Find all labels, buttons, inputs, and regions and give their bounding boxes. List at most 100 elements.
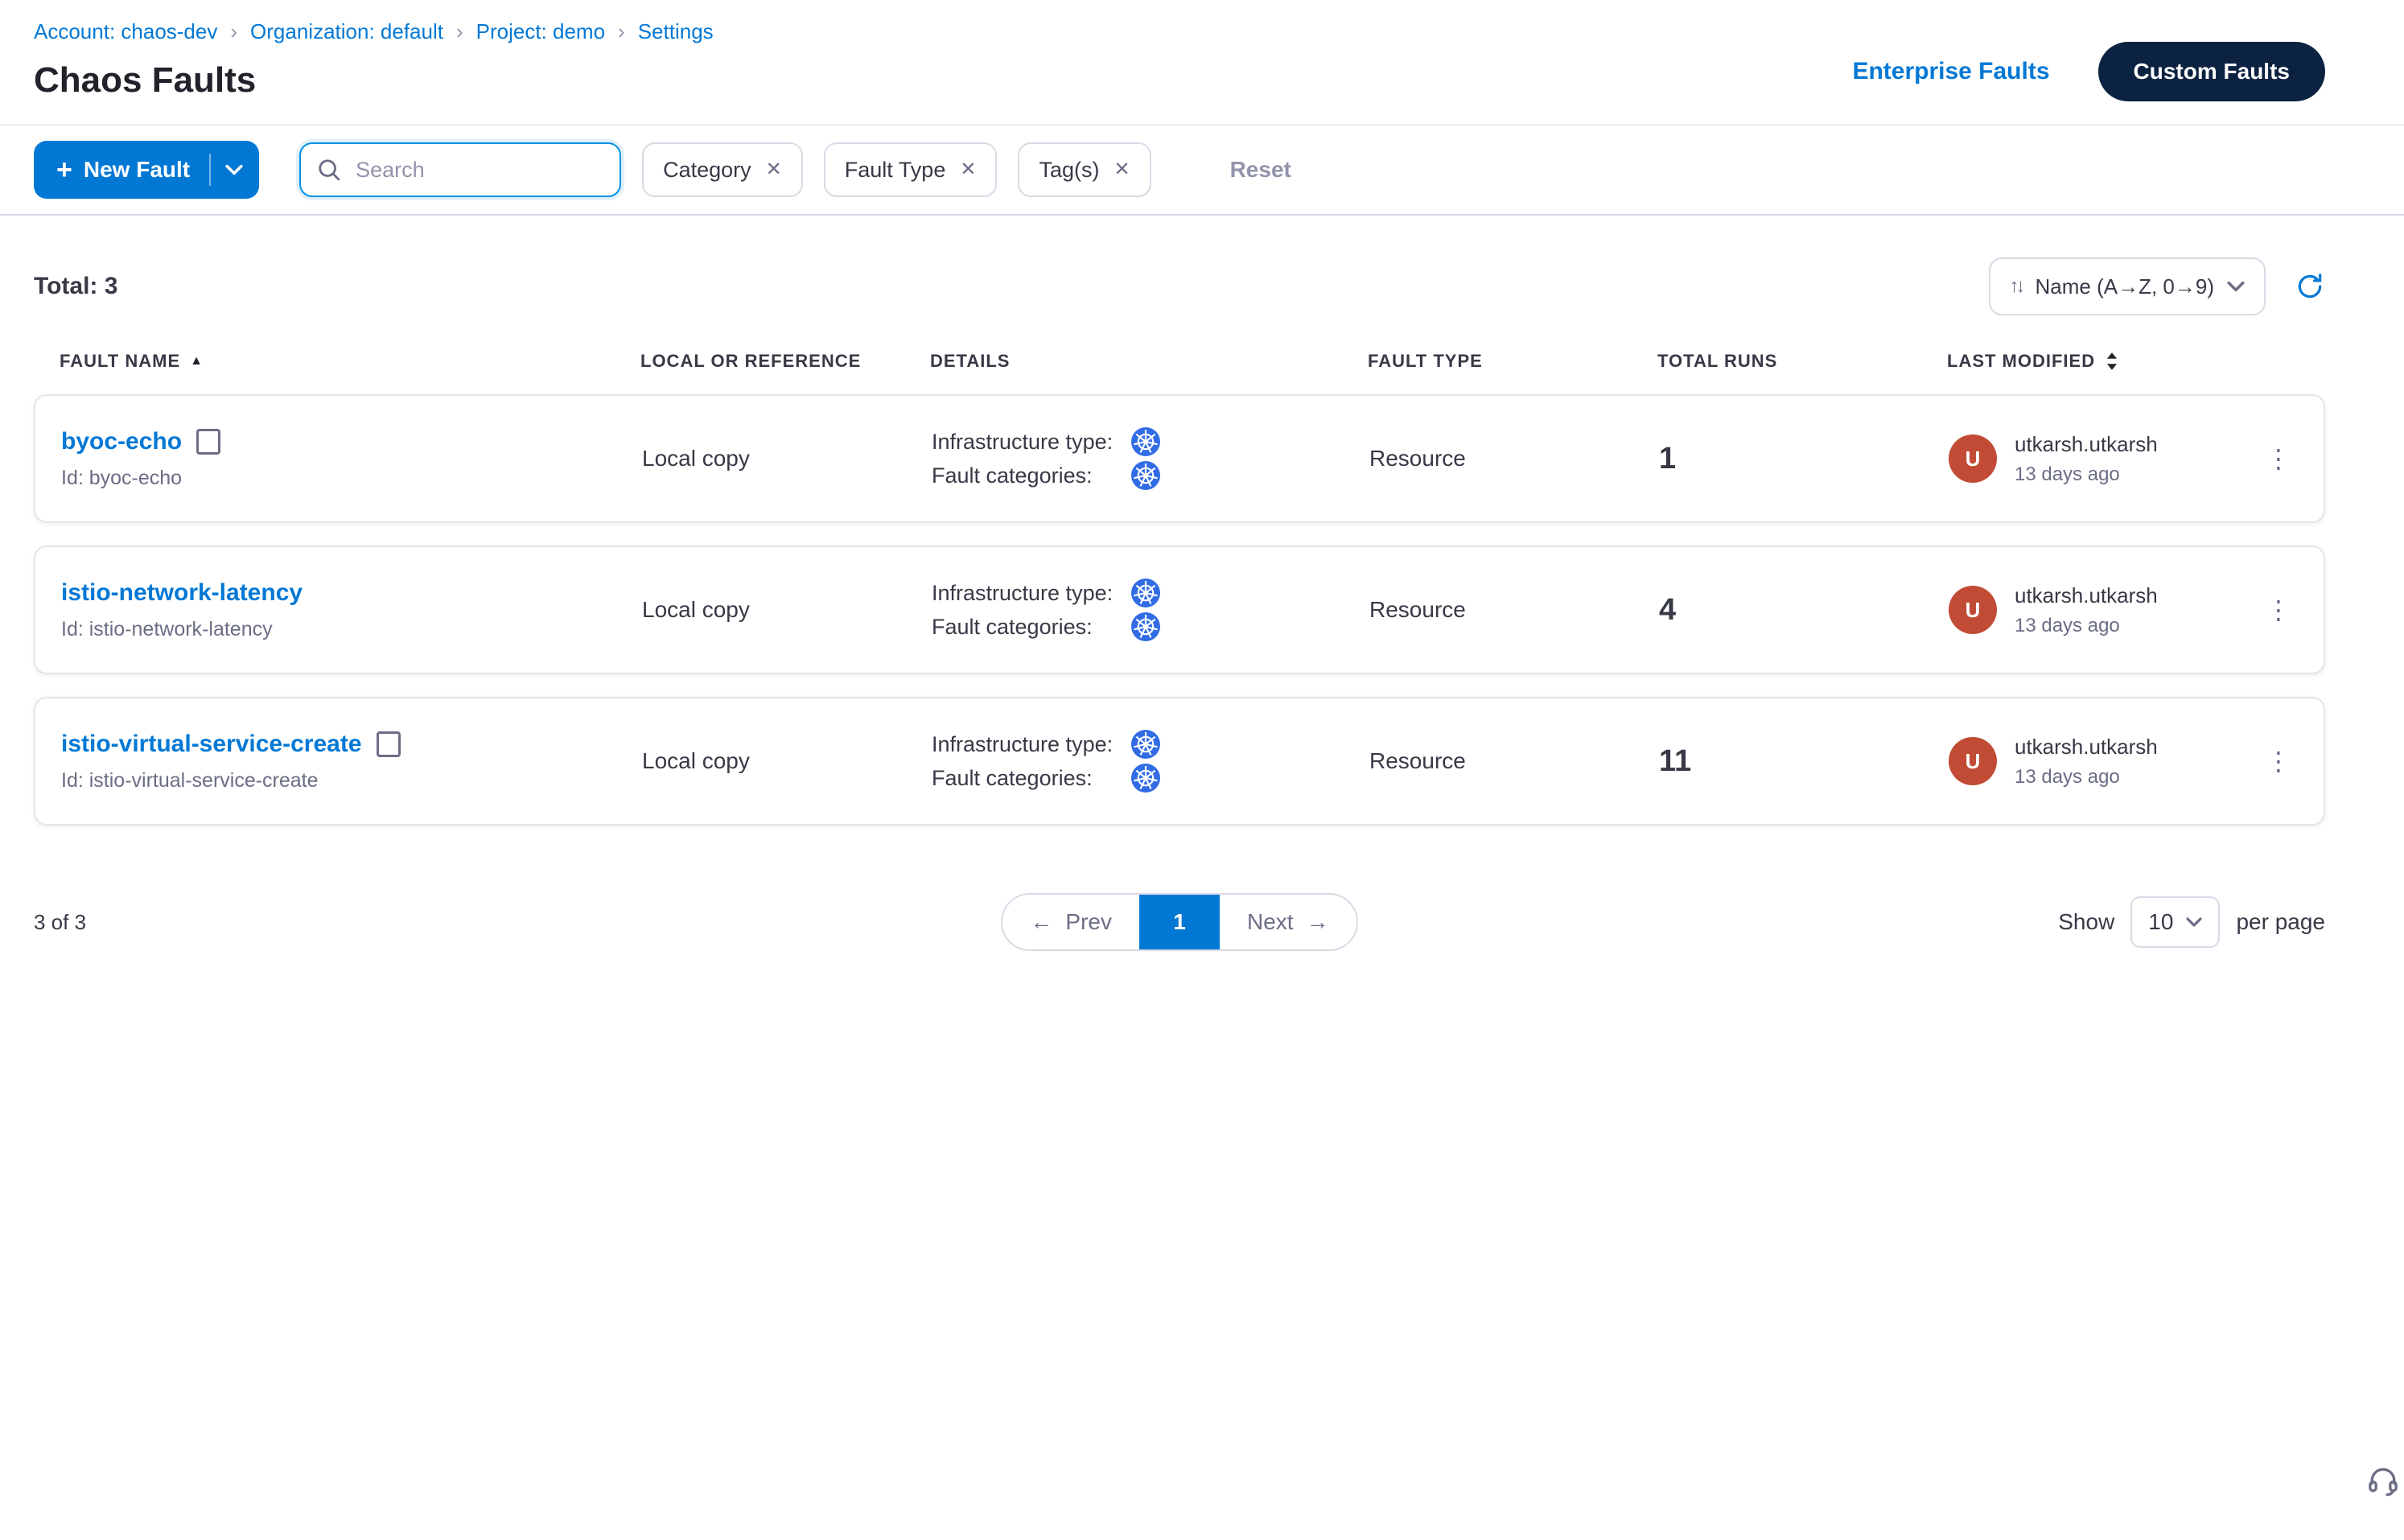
modified-by-user: utkarsh.utkarsh <box>2015 735 2158 760</box>
breadcrumb-organization-link[interactable]: Organization: default <box>250 19 443 44</box>
kubernetes-icon <box>1131 461 1160 490</box>
modified-time: 13 days ago <box>2015 766 2158 789</box>
modified-by-user: utkarsh.utkarsh <box>2015 583 2158 608</box>
pager: ← Prev 1 Next → <box>1001 893 1357 951</box>
fault-name-link[interactable]: byoc-echo <box>61 428 182 455</box>
fault-id: Id: istio-network-latency <box>61 618 642 641</box>
column-label: FAULT TYPE <box>1368 351 1483 372</box>
page-title: Chaos Faults <box>34 60 714 101</box>
modified-time: 13 days ago <box>2015 615 2158 637</box>
details-cell: Infrastructure type: Fault categories: <box>932 427 1369 490</box>
row-menu-button[interactable]: ⋮ <box>2259 748 2298 774</box>
filter-chip-label: Fault Type <box>845 158 946 183</box>
search-box <box>299 142 621 197</box>
column-fault-name[interactable]: FAULT NAME ▲ <box>60 351 640 372</box>
sort-dropdown[interactable]: ↑↓ Name (A→Z, 0→9) <box>1989 257 2266 315</box>
infrastructure-type-label: Infrastructure type: <box>932 732 1131 757</box>
kubernetes-icon <box>1131 427 1160 456</box>
local-or-reference-value: Local copy <box>642 446 932 471</box>
filter-chip-tags[interactable]: Tag(s) ✕ <box>1018 142 1151 197</box>
details-cell: Infrastructure type: Fault categories: <box>932 730 1369 793</box>
header-left: Account: chaos-dev › Organization: defau… <box>34 19 714 101</box>
avatar: U <box>1949 434 1997 483</box>
column-label: LOCAL OR REFERENCE <box>640 351 861 372</box>
total-runs-value: 4 <box>1659 593 1949 628</box>
custom-faults-button[interactable]: Custom Faults <box>2098 42 2325 101</box>
faults-list-section: Total: 3 ↑↓ Name (A→Z, 0→9) FAULT NAME ▲… <box>0 257 2404 951</box>
close-icon[interactable]: ✕ <box>1113 160 1130 179</box>
last-modified-cell: U utkarsh.utkarsh 13 days ago <box>1949 735 2259 789</box>
fault-name-link[interactable]: istio-virtual-service-create <box>61 731 362 758</box>
last-modified-cell: U utkarsh.utkarsh 13 days ago <box>1949 583 2259 637</box>
breadcrumb: Account: chaos-dev › Organization: defau… <box>34 19 714 44</box>
breadcrumb-account-link[interactable]: Account: chaos-dev <box>34 19 217 44</box>
chevron-right-icon: › <box>618 19 625 44</box>
next-page-button[interactable]: Next → <box>1220 895 1356 949</box>
chaos-faults-page: Account: chaos-dev › Organization: defau… <box>0 0 2404 1540</box>
column-last-modified[interactable]: LAST MODIFIED <box>1947 351 2261 372</box>
new-fault-button[interactable]: + New Fault <box>34 141 259 199</box>
manifest-icon[interactable] <box>377 731 401 757</box>
column-label: LAST MODIFIED <box>1947 351 2095 372</box>
page-size-select[interactable]: 10 <box>2130 896 2220 948</box>
help-button[interactable] <box>2365 1463 2401 1505</box>
kubernetes-icon <box>1131 612 1160 641</box>
column-label: DETAILS <box>930 351 1010 372</box>
pagination-bar: 3 of 3 ← Prev 1 Next → Show 10 per page <box>34 893 2325 951</box>
fault-id: Id: byoc-echo <box>61 467 642 490</box>
manifest-icon[interactable] <box>196 429 220 455</box>
chevron-down-icon[interactable] <box>225 164 243 175</box>
total-runs-value: 11 <box>1659 744 1949 779</box>
fault-categories-label: Fault categories: <box>932 463 1131 488</box>
local-or-reference-value: Local copy <box>642 597 932 623</box>
filter-chip-fault-type[interactable]: Fault Type ✕ <box>824 142 998 197</box>
last-modified-cell: U utkarsh.utkarsh 13 days ago <box>1949 432 2259 486</box>
refresh-icon <box>2295 271 2325 302</box>
fault-row: istio-virtual-service-create Id: istio-v… <box>34 697 2325 826</box>
breadcrumb-project-link[interactable]: Project: demo <box>476 19 605 44</box>
column-details: DETAILS <box>930 351 1368 372</box>
right-arrow-icon: → <box>1307 909 1329 935</box>
headset-icon <box>2365 1463 2401 1498</box>
enterprise-faults-link[interactable]: Enterprise Faults <box>1852 58 2049 85</box>
show-label: Show <box>2058 909 2114 935</box>
prev-page-button[interactable]: ← Prev <box>1002 895 1139 949</box>
fault-type-value: Resource <box>1369 597 1659 623</box>
kubernetes-icon <box>1131 730 1160 759</box>
page-header: Account: chaos-dev › Organization: defau… <box>0 0 2404 126</box>
filter-chip-label: Tag(s) <box>1039 158 1099 183</box>
filter-chip-category[interactable]: Category ✕ <box>642 142 803 197</box>
fault-id: Id: istio-virtual-service-create <box>61 769 642 793</box>
fault-name-cell: istio-network-latency Id: istio-network-… <box>61 579 642 641</box>
close-icon[interactable]: ✕ <box>960 160 976 179</box>
toolbar: + New Fault Category ✕ Fault Type ✕ Tag(… <box>0 126 2404 216</box>
kubernetes-icon <box>1131 764 1160 793</box>
left-arrow-icon: ← <box>1030 909 1052 935</box>
fault-name-link[interactable]: istio-network-latency <box>61 579 303 607</box>
row-menu-button[interactable]: ⋮ <box>2259 446 2298 471</box>
page-1-button[interactable]: 1 <box>1139 895 1220 949</box>
infrastructure-type-label: Infrastructure type: <box>932 581 1131 606</box>
header-right: Enterprise Faults Custom Faults <box>1852 42 2325 101</box>
refresh-button[interactable] <box>2295 271 2325 302</box>
column-label: TOTAL RUNS <box>1657 351 1777 372</box>
column-local-or-reference: LOCAL OR REFERENCE <box>640 351 930 372</box>
column-headers: FAULT NAME ▲ LOCAL OR REFERENCE DETAILS … <box>34 351 2325 372</box>
fault-row: istio-network-latency Id: istio-network-… <box>34 546 2325 674</box>
table-top-right: ↑↓ Name (A→Z, 0→9) <box>1989 257 2326 315</box>
avatar: U <box>1949 737 1997 785</box>
sort-dropdown-value: Name (A→Z, 0→9) <box>2036 274 2215 299</box>
breadcrumb-settings-link[interactable]: Settings <box>638 19 714 44</box>
row-menu-button[interactable]: ⋮ <box>2259 597 2298 623</box>
chevron-down-icon <box>2227 281 2245 292</box>
fault-type-value: Resource <box>1369 446 1659 471</box>
new-fault-label: New Fault <box>84 157 190 183</box>
search-input[interactable] <box>352 156 603 184</box>
modified-by-user: utkarsh.utkarsh <box>2015 432 2158 457</box>
close-icon[interactable]: ✕ <box>766 160 782 179</box>
reset-filters-button[interactable]: Reset <box>1221 155 1301 184</box>
local-or-reference-value: Local copy <box>642 748 932 774</box>
fault-name-cell: istio-virtual-service-create Id: istio-v… <box>61 731 642 793</box>
search-icon <box>317 158 341 182</box>
total-runs-value: 1 <box>1659 442 1949 476</box>
